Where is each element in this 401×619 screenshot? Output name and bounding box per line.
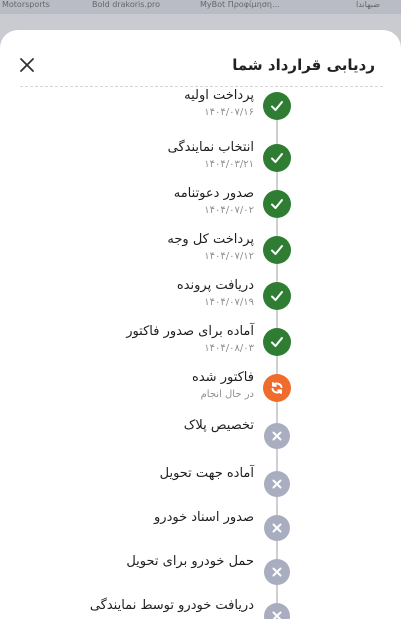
bookmark-item[interactable]: ضبهاندا (356, 0, 380, 10)
step-date: ۱۴۰۴/۰۷/۰۲ (204, 205, 254, 216)
step-label: پرداخت کل وجه (167, 232, 254, 247)
step-label: صدور دعوتنامه (173, 186, 254, 201)
x-icon (272, 611, 282, 619)
step-status-marker (263, 144, 291, 172)
timeline-step: آماده برای صدور فاکتور ۱۴۰۴/۰۸/۰۳ (0, 324, 401, 368)
header-divider (20, 86, 383, 87)
step-status-marker (263, 190, 291, 218)
x-icon (272, 479, 282, 489)
step-label: پرداخت اولیه (184, 88, 254, 103)
step-label: تخصیص پلاک (183, 418, 254, 433)
timeline-step: فاکتور شده در حال انجام (0, 370, 401, 414)
step-date: ۱۴۰۴/۰۷/۱۶ (204, 107, 254, 118)
timeline-step: پرداخت اولیه ۱۴۰۴/۰۷/۱۶ (0, 88, 401, 132)
x-icon (272, 523, 282, 533)
step-label: دریافت خودرو توسط نمایندگی (89, 598, 254, 613)
step-status-marker (264, 471, 290, 497)
x-icon (272, 431, 282, 441)
check-icon (271, 153, 283, 163)
bookmark-item[interactable]: MyBot Προφίμηση... (200, 0, 280, 10)
step-label: دریافت پرونده (176, 278, 254, 293)
step-label: آماده جهت تحویل (159, 466, 254, 481)
step-label: صدور اسناد خودرو (154, 510, 254, 525)
step-status-marker (264, 559, 290, 585)
step-date: ۱۴۰۴/۰۷/۱۹ (204, 297, 254, 308)
step-label: انتخاب نمایندگی (167, 140, 254, 155)
step-date: ۱۴۰۴/۰۳/۲۱ (204, 159, 254, 170)
step-date: ۱۴۰۴/۰۸/۰۳ (204, 343, 254, 354)
timeline-step: دریافت پرونده ۱۴۰۴/۰۷/۱۹ (0, 278, 401, 322)
step-status-marker (263, 92, 291, 120)
sheet-header: ردیابی قرارداد شما (0, 30, 401, 86)
step-status-marker (263, 282, 291, 310)
bookmark-item[interactable]: Bold drakoris.pro (92, 0, 160, 10)
timeline-step: تخصیص پلاک (0, 418, 401, 462)
bookmark-item[interactable]: Motorsports (2, 0, 50, 10)
check-icon (271, 291, 283, 301)
step-label: حمل خودرو برای تحویل (126, 554, 254, 569)
close-button[interactable] (16, 54, 38, 76)
step-label: آماده برای صدور فاکتور (126, 324, 254, 339)
timeline-step: آماده جهت تحویل (0, 466, 401, 510)
step-status-marker (263, 236, 291, 264)
timeline-step: دریافت خودرو توسط نمایندگی (0, 598, 401, 619)
step-status-marker (263, 374, 291, 402)
step-status-marker (264, 423, 290, 449)
timeline-step: حمل خودرو برای تحویل (0, 554, 401, 598)
sync-icon (271, 382, 283, 394)
step-date: ۱۴۰۴/۰۷/۱۲ (204, 251, 254, 262)
check-icon (271, 337, 283, 347)
step-status-marker (264, 603, 290, 619)
step-status-marker (264, 515, 290, 541)
close-icon (20, 58, 34, 72)
timeline-step: انتخاب نمایندگی ۱۴۰۴/۰۳/۲۱ (0, 140, 401, 184)
check-icon (271, 199, 283, 209)
timeline-step: صدور اسناد خودرو (0, 510, 401, 554)
check-icon (271, 245, 283, 255)
timeline-step: صدور دعوتنامه ۱۴۰۴/۰۷/۰۲ (0, 186, 401, 230)
x-icon (272, 567, 282, 577)
step-label: فاکتور شده (192, 370, 254, 385)
check-icon (271, 101, 283, 111)
step-status-marker (263, 328, 291, 356)
page-title: ردیابی قرارداد شما (232, 56, 375, 74)
contract-tracking-sheet: ردیابی قرارداد شما پرداخت اولیه ۱۴۰۴/۰۷/۱… (0, 30, 401, 619)
step-date: در حال انجام (200, 389, 254, 400)
timeline-step: پرداخت کل وجه ۱۴۰۴/۰۷/۱۲ (0, 232, 401, 276)
browser-bookmarks-bar: Motorsports Bold drakoris.pro MyBot Προφ… (0, 0, 401, 14)
